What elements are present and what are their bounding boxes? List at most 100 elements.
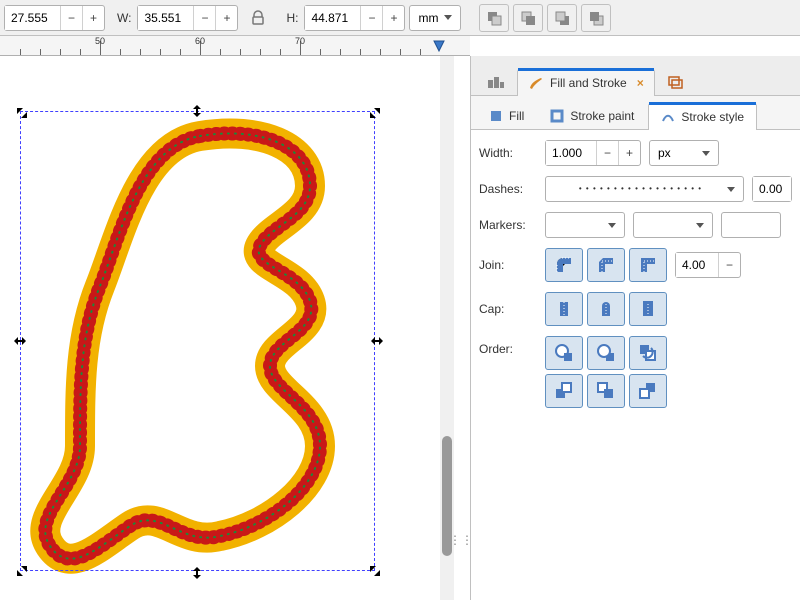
ruler-label: 70 [295,36,305,46]
subtab-label: Fill [509,109,524,123]
dashes-offset-input[interactable] [753,177,791,201]
order-btn-6[interactable] [629,374,667,408]
h-increment[interactable]: + [382,6,404,30]
stroke-style-icon [661,110,675,124]
width-decrement[interactable]: − [596,141,618,165]
width-field[interactable]: − + [545,140,641,166]
lower-bottom-button[interactable] [581,4,611,32]
order-btn-1[interactable] [545,336,583,370]
x-increment[interactable]: + [82,6,104,30]
vertical-scrollbar[interactable] [440,56,454,600]
raise-button[interactable] [513,4,543,32]
order-btn-2[interactable] [587,336,625,370]
markers-label: Markers: [479,218,537,232]
panel-resize-grip-icon[interactable]: ⋮⋮ [454,530,468,550]
join-label: Join: [479,258,537,272]
w-label: W: [117,11,131,25]
x-input[interactable] [5,6,60,30]
width-unit-select[interactable]: px [649,140,719,166]
subtab-fill[interactable]: Fill [477,103,536,129]
ruler-label: 60 [195,36,205,46]
row-order: Order: [479,336,792,408]
dashes-offset-field[interactable] [752,176,792,202]
width-increment[interactable]: + [618,141,640,165]
width-unit-value: px [658,146,671,160]
canvas[interactable] [0,56,440,600]
cap-square-button[interactable] [629,292,667,326]
subtab-stroke-paint[interactable]: Stroke paint [538,103,646,129]
order-label: Order: [479,336,537,356]
stroke-paint-icon [550,109,564,123]
cap-butt-button[interactable] [545,292,583,326]
dashes-select[interactable]: • • • • • • • • • • • • • • • • • • [545,176,744,202]
chevron-down-icon [727,187,735,192]
miter-input[interactable] [676,253,718,277]
marker-end-select[interactable] [721,212,781,238]
subtab-label: Stroke paint [570,109,634,123]
close-icon[interactable]: × [637,76,644,90]
handle-sw[interactable] [15,564,29,578]
x-field[interactable]: − + [4,5,105,31]
width-label: Width: [479,146,537,160]
order-btn-5[interactable] [587,374,625,408]
ruler-label: 50 [95,36,105,46]
handle-nw[interactable] [15,106,29,120]
chevron-down-icon [702,151,710,156]
handle-ne[interactable] [368,106,382,120]
dock-tab-other[interactable] [657,69,695,95]
marker-start-select[interactable] [545,212,625,238]
ruler-position-marker-icon [432,38,446,52]
fill-stroke-subtabs: Fill Stroke paint Stroke style [471,96,800,130]
side-panel: Fill and Stroke × Fill Stroke paint Stro… [470,56,800,600]
align-icon [487,75,505,89]
miter-decrement[interactable]: − [718,253,740,277]
row-dashes: Dashes: • • • • • • • • • • • • • • • • … [479,176,792,202]
h-input[interactable] [305,6,360,30]
brush-icon [528,76,544,90]
miter-field[interactable]: − [675,252,741,278]
row-join: Join: − [479,248,792,282]
cap-label: Cap: [479,302,537,316]
join-bevel-button[interactable] [587,248,625,282]
lower-button[interactable] [547,4,577,32]
w-increment[interactable]: + [215,6,237,30]
marker-mid-select[interactable] [633,212,713,238]
stroke-style-panel: Width: − + px Dashes: • • • • • • • • • … [471,130,800,600]
w-field[interactable]: − + [137,5,238,31]
order-btn-4[interactable] [545,374,583,408]
raise-top-button[interactable] [479,4,509,32]
h-decrement[interactable]: − [360,6,382,30]
w-input[interactable] [138,6,193,30]
unit-value: mm [418,11,438,25]
fill-icon [489,109,503,123]
chevron-down-icon [608,223,616,228]
order-btn-3[interactable] [629,336,667,370]
handle-w[interactable] [13,334,27,348]
dock-tab-label: Fill and Stroke [550,76,627,90]
handle-n[interactable] [190,104,204,118]
cap-round-button[interactable] [587,292,625,326]
dock-tab-fill-stroke[interactable]: Fill and Stroke × [517,69,655,96]
dock-tabs: Fill and Stroke × [471,56,800,96]
subtab-label: Stroke style [681,110,744,124]
x-decrement[interactable]: − [60,6,82,30]
unit-select[interactable]: mm [409,5,461,31]
horizontal-ruler: 50 60 70 [0,36,470,56]
top-toolbar: − + W: − + H: − + mm [0,0,800,36]
dashes-label: Dashes: [479,182,537,196]
chevron-down-icon [696,223,704,228]
h-field[interactable]: − + [304,5,405,31]
handle-se[interactable] [368,564,382,578]
join-round-button[interactable] [545,248,583,282]
lock-aspect-icon[interactable] [246,6,270,30]
width-input[interactable] [546,141,596,165]
handle-s[interactable] [190,566,204,580]
dashes-preview-icon: • • • • • • • • • • • • • • • • • • [554,185,727,193]
dock-tab-align[interactable] [477,69,515,95]
row-markers: Markers: [479,212,792,238]
join-miter-button[interactable] [629,248,667,282]
w-decrement[interactable]: − [193,6,215,30]
subtab-stroke-style[interactable]: Stroke style [648,103,757,130]
selection-box[interactable] [20,111,375,571]
handle-e[interactable] [370,334,384,348]
